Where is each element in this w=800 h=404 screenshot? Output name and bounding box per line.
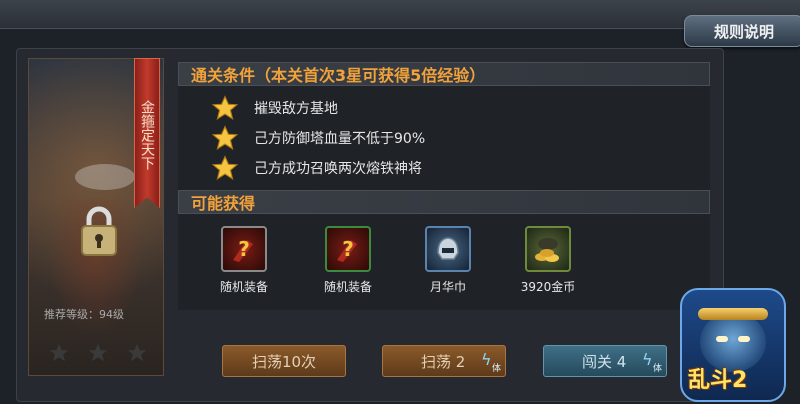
challenge-label: 闯关 4 (582, 352, 627, 371)
condition-item: 己方成功召唤两次熔铁神将 (212, 154, 422, 182)
sweep-2-button[interactable]: 扫荡 2 ϟ体 (382, 345, 506, 377)
random-equipment-icon: ? (221, 226, 267, 272)
star-empty-icon (127, 343, 146, 362)
svg-text:?: ? (238, 237, 250, 261)
condition-text: 己方防御塔血量不低于90% (254, 131, 426, 147)
stage-stars (40, 340, 156, 366)
challenge-button[interactable]: 闯关 4 ϟ体 (543, 345, 667, 377)
svg-text:?: ? (342, 237, 354, 261)
golden-headband (698, 308, 768, 320)
condition-item: 摧毁敌方基地 (212, 94, 338, 122)
sweep-2-label: 扫荡 2 (421, 352, 466, 371)
gold-coins-icon (525, 226, 571, 272)
star-empty-icon (88, 343, 108, 362)
star-icon (212, 125, 238, 151)
reward-item[interactable]: ? 随机装备 (204, 226, 284, 295)
reward-item[interactable]: 月华巾 (408, 226, 488, 295)
rules-button-label: 规则说明 (713, 22, 774, 41)
star-icon (212, 95, 238, 121)
stamina-icon: ϟ体 (642, 350, 662, 374)
sweep-10-label: 扫荡10次 (251, 352, 317, 371)
star-icon (212, 155, 238, 181)
rules-button[interactable]: 规则说明 (684, 15, 800, 47)
helmet-icon (425, 226, 471, 272)
random-equipment-icon: ? (325, 226, 371, 272)
top-bar (0, 0, 800, 29)
lock-icon (81, 206, 117, 256)
logo-text: 乱斗2 (688, 368, 748, 393)
condition-text: 己方成功召唤两次熔铁神将 (254, 161, 422, 177)
reward-item[interactable]: ? 随机装备 (308, 226, 388, 295)
reward-label: 随机装备 (219, 280, 268, 294)
conditions-title: 通关条件（本关首次3星可获得5倍经验） (178, 62, 710, 86)
reward-label: 月华巾 (429, 280, 466, 294)
rewards-title: 可能获得 (178, 190, 710, 214)
condition-item: 己方防御塔血量不低于90% (212, 124, 425, 152)
stage-banner: 金箍定天下 (134, 58, 160, 208)
reward-label: 3920金币 (520, 280, 576, 294)
stamina-icon: ϟ体 (481, 350, 501, 374)
reward-label: 随机装备 (323, 280, 372, 294)
reward-item[interactable]: 3920金币 (508, 226, 588, 295)
game-logo: 乱斗2 (680, 288, 786, 402)
condition-text: 摧毁敌方基地 (254, 101, 338, 117)
star-empty-icon (50, 343, 69, 362)
cloud-art (75, 164, 135, 190)
recommended-level: 推荐等级：94级 (44, 308, 124, 321)
sweep-10-button[interactable]: 扫荡10次 (222, 345, 346, 377)
